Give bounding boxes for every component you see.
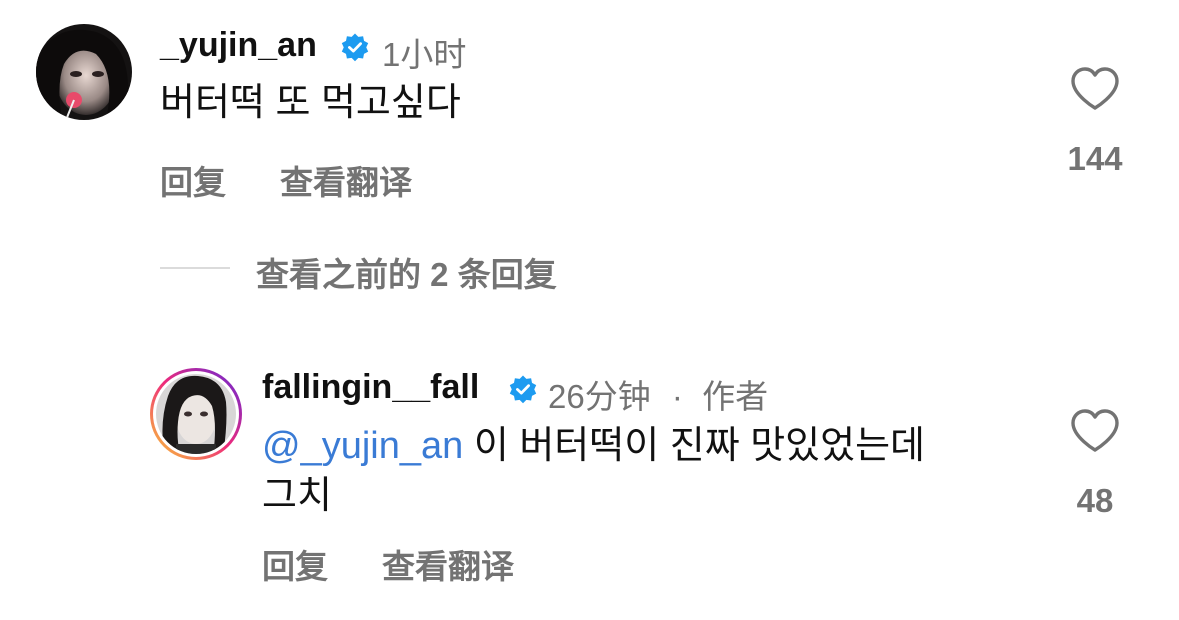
replies-divider — [160, 267, 230, 269]
avatar-fallingin-fall[interactable] — [148, 366, 244, 462]
comment-text: 버터떡 또 먹고싶다 — [160, 82, 461, 124]
reply-like-count: 48 — [1076, 482, 1114, 519]
reply-text-line2: 그치 — [262, 475, 332, 517]
comment-username[interactable]: _yujin_an — [160, 26, 317, 65]
reply-text: @_yujin_an 이 버터떡이 진짜 맛있었는데 — [262, 421, 925, 471]
reply-time: 26分钟 — [548, 378, 651, 415]
comment-like-count: 144 — [1067, 140, 1123, 177]
reply-mention-link[interactable]: @_yujin_an — [262, 425, 463, 467]
heart-outline-icon[interactable] — [1070, 66, 1120, 112]
meta-separator: · — [671, 378, 683, 415]
reply-button[interactable]: 回复 — [160, 156, 226, 204]
verified-badge-icon — [341, 33, 369, 62]
reply-text-line1: 이 버터떡이 진짜 맛있었는데 — [463, 425, 926, 467]
reply-timestamp: 26分钟 · 作者 — [548, 370, 768, 418]
comment-timestamp: 1小时 — [382, 36, 467, 73]
see-translation-button[interactable]: 查看翻译 — [280, 156, 412, 204]
view-previous-replies-button[interactable]: 查看之前的 2 条回复 — [256, 248, 557, 296]
avatar-yujin-an[interactable] — [36, 24, 132, 120]
see-translation-button[interactable]: 查看翻译 — [382, 540, 514, 588]
reply-username[interactable]: fallingin__fall — [262, 368, 479, 407]
heart-outline-icon[interactable] — [1070, 408, 1120, 454]
author-label: 作者 — [702, 378, 769, 415]
verified-badge-icon — [509, 375, 537, 404]
reply-button[interactable]: 回复 — [262, 540, 328, 588]
comments-thread: _yujin_an 1小时 버터떡 또 먹고싶다 回复 查看翻译 144 查看之… — [0, 0, 1179, 620]
